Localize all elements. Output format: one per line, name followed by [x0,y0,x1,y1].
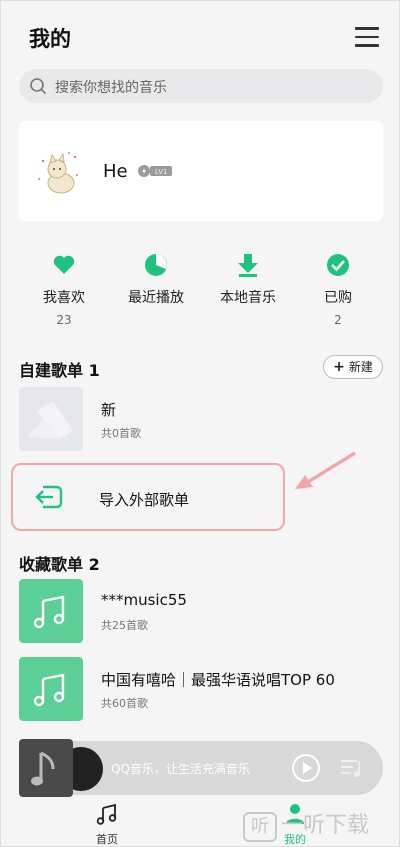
stat-local[interactable]: 本地音乐 [203,253,293,327]
collected-title: 收藏歌单 2 [19,555,100,574]
stat-count: 23 [56,313,72,327]
stat-label: 最近播放 [128,290,184,306]
playlist-name: 中国有嘻哈｜最强华语说唱TOP 60 [101,671,335,689]
music-note-icon [96,803,117,825]
heart-icon [53,255,75,274]
watermark-logo: 听一听下载 [243,807,369,842]
playlist-name: 新 [101,401,117,419]
stat-favorites[interactable]: 我喜欢 23 [19,253,109,327]
tab-home[interactable]: 首页 [77,803,137,847]
stat-count [203,313,293,327]
import-icon [35,485,63,509]
play-icon[interactable] [291,753,321,783]
stat-count [111,313,201,327]
playlist-count: 共0首歌 [101,427,141,440]
profile-card[interactable]: He LV1 [19,121,383,221]
stat-recent[interactable]: 最近播放 [111,253,201,327]
import-label: 导入外部歌单 [99,491,190,509]
clock-icon [145,254,167,276]
stat-label: 本地音乐 [220,290,276,306]
self-built-title: 自建歌单 1 [19,361,100,380]
download-icon [238,254,258,277]
user-name: He [103,161,128,182]
plus-icon: + [333,359,345,375]
menu-icon[interactable] [355,27,379,49]
stats-row: 我喜欢 23 最近播放 本地音乐 已购 2 [19,253,383,333]
playlist-cover [19,387,83,451]
playlist-item[interactable]: 中国有嘻哈｜最强华语说唱TOP 60 共60首歌 [19,657,383,723]
player-text: QQ音乐，让生活充满音乐 [111,762,250,776]
stat-count: 2 [334,313,342,327]
search-bar[interactable]: 搜索你想找的音乐 [19,69,383,103]
mini-player[interactable]: QQ音乐，让生活充满音乐 [19,739,383,797]
avatar[interactable] [31,145,87,201]
playlist-cover [19,579,83,643]
watermark-box: 听 [243,812,277,842]
new-playlist-button[interactable]: + 新建 [323,355,383,379]
new-button-label: 新建 [348,360,373,374]
search-placeholder: 搜索你想找的音乐 [55,80,167,96]
album-thumb[interactable] [19,739,73,797]
watermark-text: 一听下载 [281,813,370,838]
playlist-item[interactable]: 新 共0首歌 [19,387,383,453]
playlist-cover [19,657,83,721]
import-playlist-button[interactable]: 导入外部歌单 [11,463,285,531]
search-icon [30,78,47,95]
stat-purchased[interactable]: 已购 2 [293,253,383,327]
stat-label: 已购 [324,290,352,306]
stat-label: 我喜欢 [43,290,85,306]
level-badge[interactable]: LV1 [137,164,173,178]
annotation-arrow-icon [295,451,356,489]
playlist-item[interactable]: ***music55 共25首歌 [19,579,383,645]
playlist-count: 共60首歌 [101,697,148,710]
playlist-name: ***music55 [101,591,187,609]
page-title: 我的 [29,27,71,51]
tab-label: 首页 [96,833,118,846]
page-header: 我的 [29,23,379,59]
playlist-icon[interactable] [339,757,365,779]
check-icon [327,254,349,276]
playlist-count: 共25首歌 [101,619,148,632]
level-text: LV1 [155,169,167,176]
